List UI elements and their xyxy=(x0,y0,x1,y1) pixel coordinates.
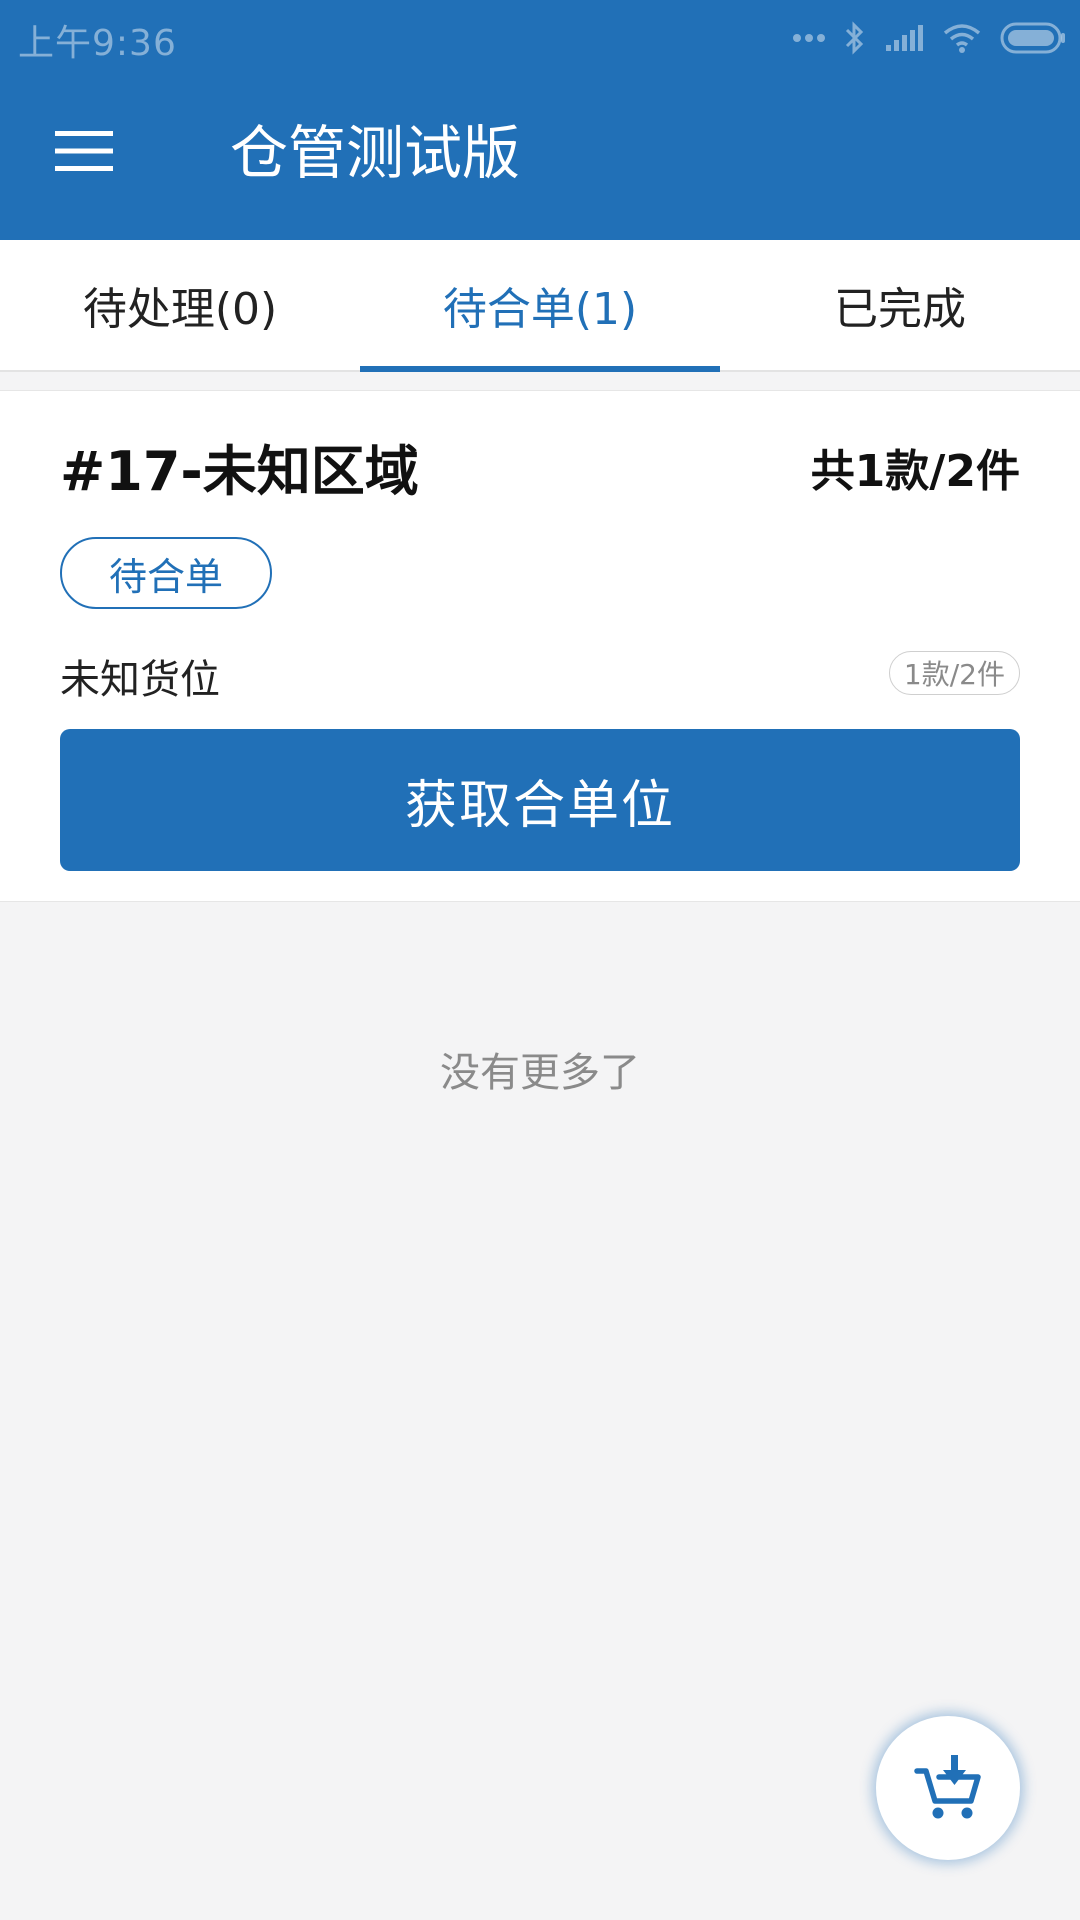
status-time: 上午9:36 xyxy=(18,23,177,64)
tab-bar: 待处理(0) 待合单(1) 已完成 xyxy=(0,240,1080,372)
order-title: #17-未知区域 xyxy=(60,440,419,503)
order-card[interactable]: #17-未知区域 共1款/2件 待合单 未知货位 1款/2件 获取合单位 xyxy=(0,390,1080,902)
status-icons xyxy=(792,18,1066,58)
bluetooth-icon xyxy=(845,21,864,55)
battery-icon xyxy=(1000,22,1065,54)
tab-completed[interactable]: 已完成 xyxy=(720,240,1080,370)
hamburger-menu-icon xyxy=(55,131,113,171)
more-dots-icon xyxy=(793,34,825,42)
app-title: 仓管测试版 xyxy=(230,119,521,187)
tab-awaiting-merge[interactable]: 待合单(1) xyxy=(360,240,720,372)
cart-download-button[interactable] xyxy=(876,1716,1020,1860)
status-badge: 待合单 xyxy=(60,537,272,609)
cart-download-icon xyxy=(914,1755,981,1819)
signal-icon xyxy=(886,25,923,51)
location-count-badge: 1款/2件 xyxy=(888,651,1020,695)
order-total: 共1款/2件 xyxy=(810,446,1020,497)
tab-pending[interactable]: 待处理(0) xyxy=(0,240,360,370)
status-bar: 上午9:36 xyxy=(0,0,1080,74)
menu-button[interactable] xyxy=(40,116,128,186)
wifi-icon xyxy=(943,24,981,53)
list-end-text: 没有更多了 xyxy=(440,1050,640,1096)
get-merge-position-button[interactable]: 获取合单位 xyxy=(60,729,1020,871)
app-bar: 仓管测试版 xyxy=(0,74,1080,240)
location-label: 未知货位 xyxy=(60,657,220,703)
